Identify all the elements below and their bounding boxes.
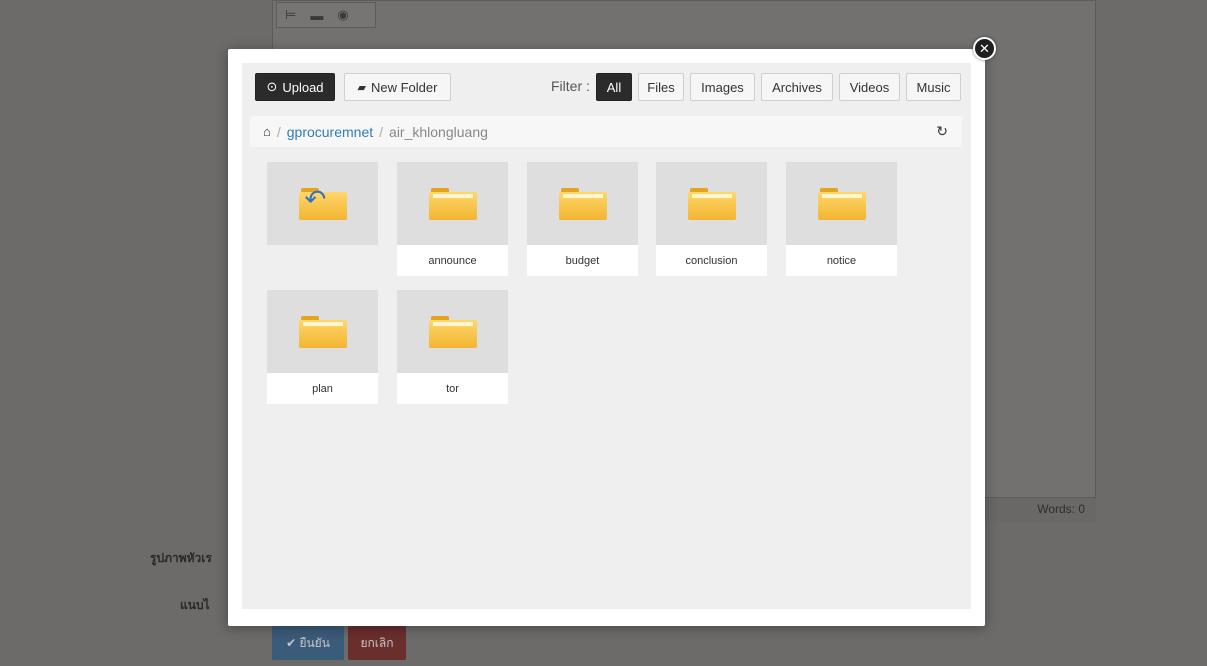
filter-label: Filter : — [551, 78, 590, 94]
folder-name: announce — [428, 254, 477, 267]
preview-icon: ◉ — [337, 7, 349, 22]
filter-all[interactable]: All — [596, 73, 632, 101]
upload-label: Upload — [282, 79, 324, 95]
confirm-button[interactable]: ✔ ยืนยัน — [272, 626, 344, 660]
folder-tile[interactable]: plan — [267, 290, 378, 404]
folder-open-icon: ▰ — [357, 81, 366, 94]
upload-icon: ⊙ — [266, 79, 278, 94]
folder-icon — [428, 315, 477, 348]
word-count: Words: 0 — [1037, 502, 1085, 516]
folder-name: conclusion — [685, 254, 738, 267]
background-editor-toolbar: ⊨ ▬ ◉ — [276, 2, 376, 28]
refresh-icon[interactable]: ↻ — [936, 123, 948, 140]
new-folder-label: New Folder — [371, 79, 438, 95]
line-icon: ⊨ — [285, 7, 297, 22]
print-icon: ▬ — [310, 7, 324, 23]
new-folder-button[interactable]: ▰ New Folder — [344, 73, 451, 101]
filter-music[interactable]: Music — [906, 73, 961, 101]
folder-icon — [817, 187, 866, 220]
back-folder-icon: ↶ — [298, 186, 347, 220]
parent-folder-tile[interactable]: ↶ — [267, 162, 378, 245]
folder-name: tor — [446, 382, 459, 395]
home-icon[interactable]: ⌂ — [263, 124, 271, 139]
close-icon[interactable]: ✕ — [973, 37, 996, 60]
filter-videos[interactable]: Videos — [839, 73, 900, 101]
folder-icon — [558, 187, 607, 220]
folder-tile[interactable]: budget — [527, 162, 638, 276]
folder-name: budget — [565, 254, 600, 267]
folder-tile[interactable]: notice — [786, 162, 897, 276]
breadcrumb-current: air_khlongluang — [389, 123, 488, 140]
folder-name: plan — [312, 382, 333, 395]
folder-icon — [428, 187, 477, 220]
folder-name: notice — [826, 254, 857, 267]
filter-files[interactable]: Files — [638, 73, 684, 101]
cancel-button[interactable]: ยกเลิก — [348, 626, 406, 660]
breadcrumb-separator: / — [379, 123, 384, 140]
filter-images[interactable]: Images — [690, 73, 755, 101]
folder-tile[interactable]: announce — [397, 162, 508, 276]
folder-icon — [298, 315, 347, 348]
background-label-image: รูปภาพหัวเร — [150, 551, 212, 565]
breadcrumb-separator: / — [276, 123, 281, 140]
folder-tile[interactable]: conclusion — [656, 162, 767, 276]
background-label-attach: แนบไ — [180, 598, 210, 612]
upload-button[interactable]: ⊙ Upload — [255, 73, 335, 101]
folder-tile[interactable]: tor — [397, 290, 508, 404]
filter-archives[interactable]: Archives — [761, 73, 833, 101]
folder-icon — [687, 187, 736, 220]
parent-folder-thumb: ↶ — [267, 162, 378, 245]
breadcrumb: ⌂ / gprocuremnet / air_khlongluang ↻ — [250, 116, 962, 147]
breadcrumb-root-link[interactable]: gprocuremnet — [287, 124, 373, 140]
